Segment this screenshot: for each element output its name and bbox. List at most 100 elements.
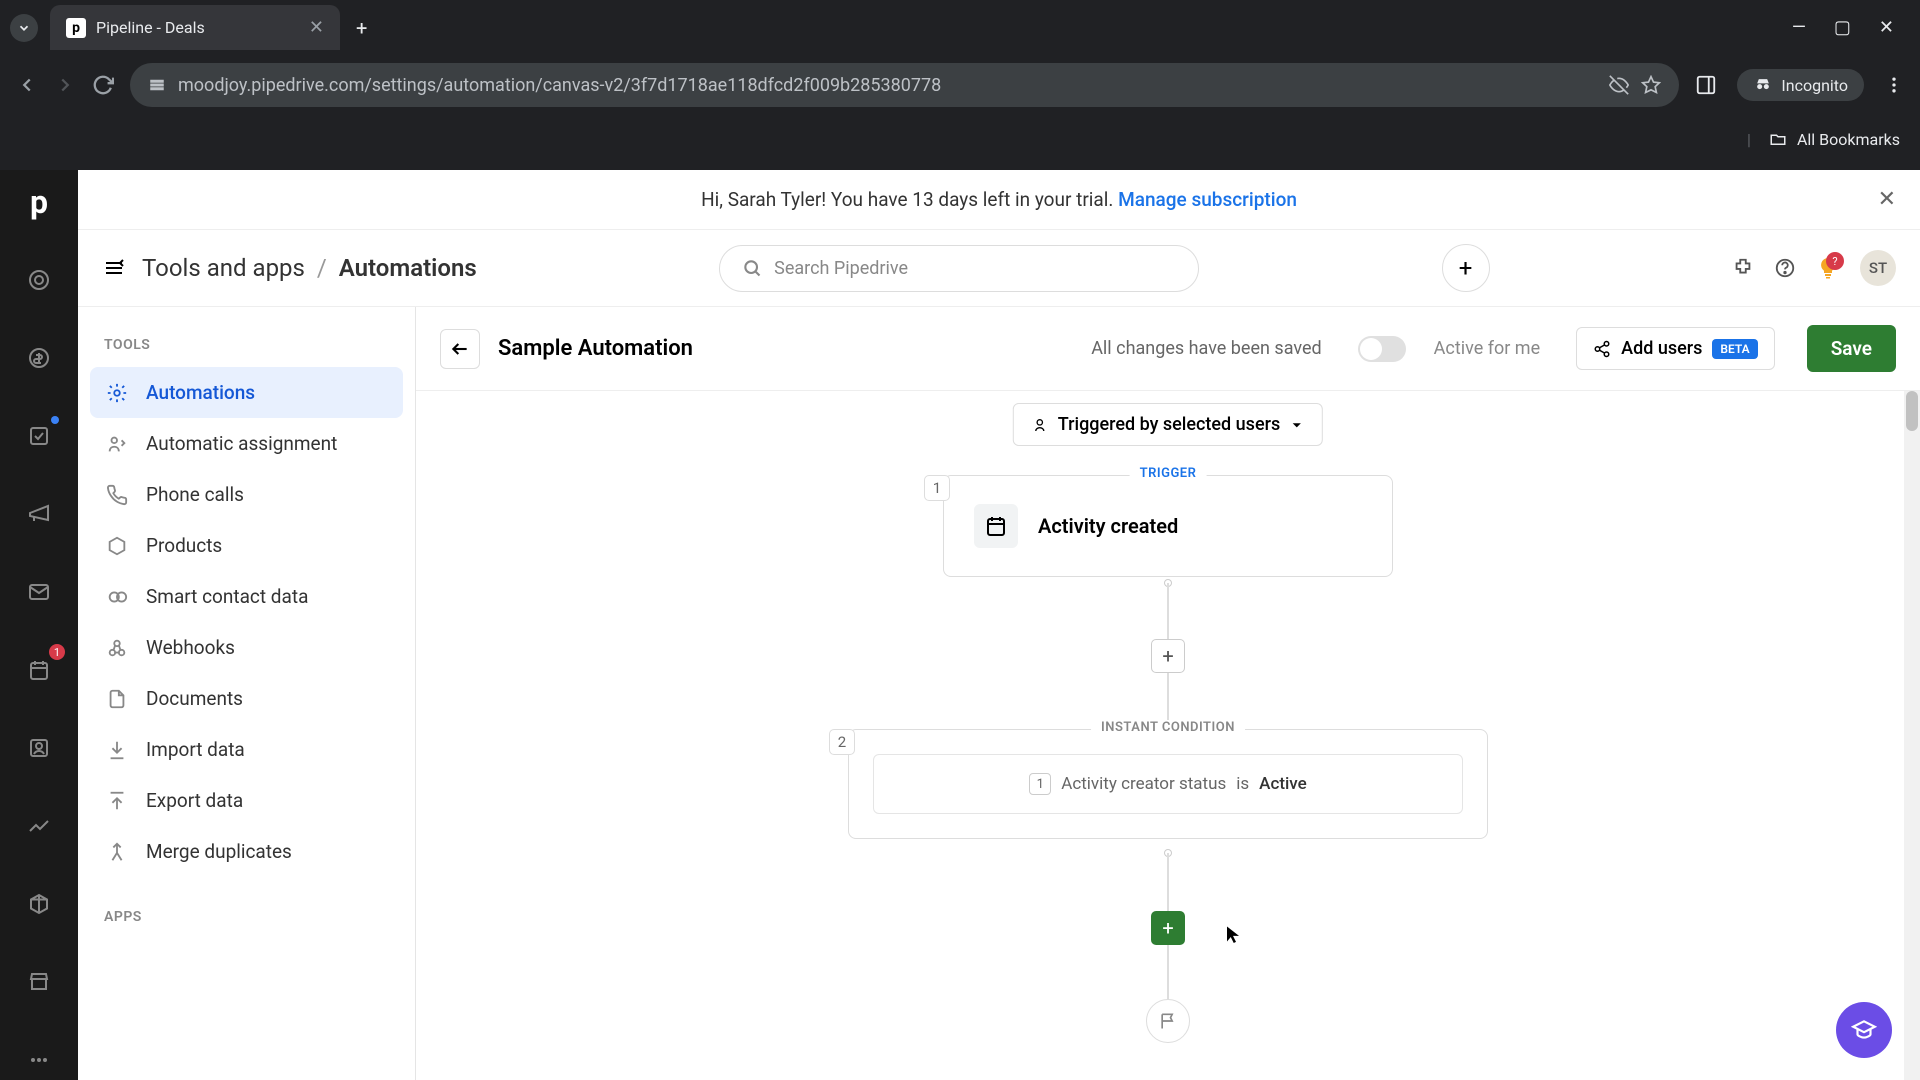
- sidebar-toggle-button[interactable]: [102, 256, 126, 280]
- quick-add-button[interactable]: +: [1442, 244, 1490, 292]
- condition-node[interactable]: 2 INSTANT CONDITION 1 Activity creator s…: [848, 729, 1488, 839]
- active-toggle[interactable]: [1358, 336, 1406, 362]
- tab-close-button[interactable]: ✕: [309, 17, 324, 38]
- scrollbar[interactable]: [1904, 391, 1920, 1080]
- add-step-button-active[interactable]: +: [1151, 911, 1185, 945]
- extensions-icon[interactable]: [1732, 257, 1754, 279]
- search-icon: [742, 258, 762, 278]
- search-input[interactable]: Search Pipedrive: [719, 245, 1199, 292]
- rail-campaigns-icon[interactable]: [19, 494, 59, 534]
- add-users-button[interactable]: Add users BETA: [1576, 327, 1775, 370]
- automation-title[interactable]: Sample Automation: [498, 336, 693, 361]
- rail-badge: 1: [49, 644, 65, 660]
- rail-activities-icon[interactable]: 1: [19, 650, 59, 690]
- manage-subscription-link[interactable]: Manage subscription: [1118, 188, 1297, 211]
- rail-contacts-icon[interactable]: [19, 728, 59, 768]
- all-bookmarks-link[interactable]: All Bookmarks: [1797, 130, 1900, 149]
- site-settings-icon: [148, 76, 166, 94]
- browser-tab[interactable]: p Pipeline - Deals ✕: [50, 5, 340, 50]
- condition-row: 1 Activity creator status is Active: [873, 754, 1463, 814]
- sidebar-item-products[interactable]: Products: [90, 520, 403, 571]
- back-button[interactable]: [16, 74, 38, 96]
- help-icon[interactable]: [1774, 257, 1796, 279]
- browser-menu-button[interactable]: [1884, 75, 1904, 95]
- rail-products-icon[interactable]: [19, 884, 59, 924]
- close-window-button[interactable]: ✕: [1879, 17, 1894, 38]
- active-toggle-label: Active for me: [1434, 338, 1540, 359]
- beta-badge: BETA: [1712, 339, 1757, 359]
- sidebar-item-merge[interactable]: Merge duplicates: [90, 826, 403, 877]
- canvas-area: Sample Automation All changes have been …: [416, 307, 1920, 1080]
- sidebar-item-webhooks[interactable]: Webhooks: [90, 622, 403, 673]
- assignment-icon: [104, 433, 130, 455]
- add-step-button[interactable]: +: [1151, 639, 1185, 673]
- end-node[interactable]: [1146, 999, 1190, 1043]
- flag-icon: [1158, 1011, 1178, 1031]
- save-button[interactable]: Save: [1807, 325, 1896, 372]
- learn-fab[interactable]: [1836, 1002, 1892, 1058]
- rail-projects-icon[interactable]: [19, 416, 59, 456]
- node-type-label: TRIGGER: [1130, 466, 1207, 481]
- back-button[interactable]: [440, 329, 480, 369]
- sidebar-item-smart-contact[interactable]: Smart contact data: [90, 571, 403, 622]
- avatar[interactable]: ST: [1860, 250, 1896, 286]
- sidebar-item-label: Merge duplicates: [146, 840, 292, 863]
- trial-banner: Hi, Sarah Tyler! You have 13 days left i…: [78, 170, 1920, 230]
- reload-button[interactable]: [92, 74, 114, 96]
- chevron-down-icon: [1290, 418, 1304, 432]
- new-tab-button[interactable]: +: [356, 16, 367, 40]
- rail-marketplace-icon[interactable]: [19, 962, 59, 1002]
- rail-insights-icon[interactable]: [19, 806, 59, 846]
- banner-close-button[interactable]: ✕: [1878, 187, 1896, 212]
- address-bar-actions: Incognito: [1695, 69, 1904, 101]
- star-icon[interactable]: [1641, 75, 1661, 95]
- breadcrumb-parent[interactable]: Tools and apps: [142, 254, 305, 282]
- add-users-label: Add users: [1621, 338, 1702, 359]
- tips-badge: ?: [1826, 252, 1844, 270]
- maximize-button[interactable]: ▢: [1834, 17, 1851, 38]
- automations-icon: [104, 382, 130, 404]
- trigger-node[interactable]: 1 TRIGGER Activity created: [943, 475, 1393, 577]
- export-icon: [104, 790, 130, 812]
- sidebar-item-label: Automations: [146, 381, 255, 404]
- sidebar-item-phone-calls[interactable]: Phone calls: [90, 469, 403, 520]
- scrollbar-thumb[interactable]: [1906, 391, 1918, 431]
- documents-icon: [104, 688, 130, 710]
- rail-deals-icon[interactable]: [19, 338, 59, 378]
- sidebar-item-documents[interactable]: Documents: [90, 673, 403, 724]
- triggered-by-dropdown[interactable]: Triggered by selected users: [1013, 403, 1323, 446]
- forward-button[interactable]: [54, 74, 76, 96]
- import-icon: [104, 739, 130, 761]
- eye-off-icon[interactable]: [1609, 75, 1629, 95]
- condition-field: Activity creator status: [1061, 774, 1226, 794]
- url-input[interactable]: moodjoy.pipedrive.com/settings/automatio…: [130, 63, 1679, 107]
- panel-icon[interactable]: [1695, 74, 1717, 96]
- sidebar-item-import-data[interactable]: Import data: [90, 724, 403, 775]
- sidebar-item-label: Automatic assignment: [146, 432, 337, 455]
- tips-icon[interactable]: ?: [1816, 256, 1840, 280]
- sidebar-item-label: Products: [146, 534, 222, 557]
- incognito-label: Incognito: [1781, 76, 1848, 95]
- sidebar-item-label: Documents: [146, 687, 243, 710]
- sidebar-item-automatic-assignment[interactable]: Automatic assignment: [90, 418, 403, 469]
- user-icon: [1032, 417, 1048, 433]
- minimize-button[interactable]: —: [1792, 17, 1806, 38]
- graduation-icon: [1851, 1017, 1877, 1043]
- rail-focus-icon[interactable]: [19, 260, 59, 300]
- rail-mail-icon[interactable]: [19, 572, 59, 612]
- logo-icon[interactable]: p: [19, 182, 59, 222]
- sidebar-item-automations[interactable]: Automations: [90, 367, 403, 418]
- sidebar-item-export-data[interactable]: Export data: [90, 775, 403, 826]
- sidebar-heading-apps: APPS: [90, 901, 403, 939]
- topbar: Tools and apps / Automations Search Pipe…: [78, 230, 1920, 307]
- tab-search-button[interactable]: [10, 14, 38, 42]
- automation-canvas[interactable]: Triggered by selected users 1 TRIGGER Ac…: [416, 391, 1920, 1080]
- tab-bar: p Pipeline - Deals ✕ + — ▢ ✕: [0, 0, 1920, 55]
- incognito-badge[interactable]: Incognito: [1737, 69, 1864, 101]
- share-icon: [1593, 340, 1611, 358]
- rail-more-icon[interactable]: [19, 1040, 59, 1080]
- node-number: 2: [829, 729, 855, 755]
- sidebar-item-label: Phone calls: [146, 483, 244, 506]
- connector-line: [1167, 945, 1169, 999]
- breadcrumb: Tools and apps / Automations: [142, 254, 477, 282]
